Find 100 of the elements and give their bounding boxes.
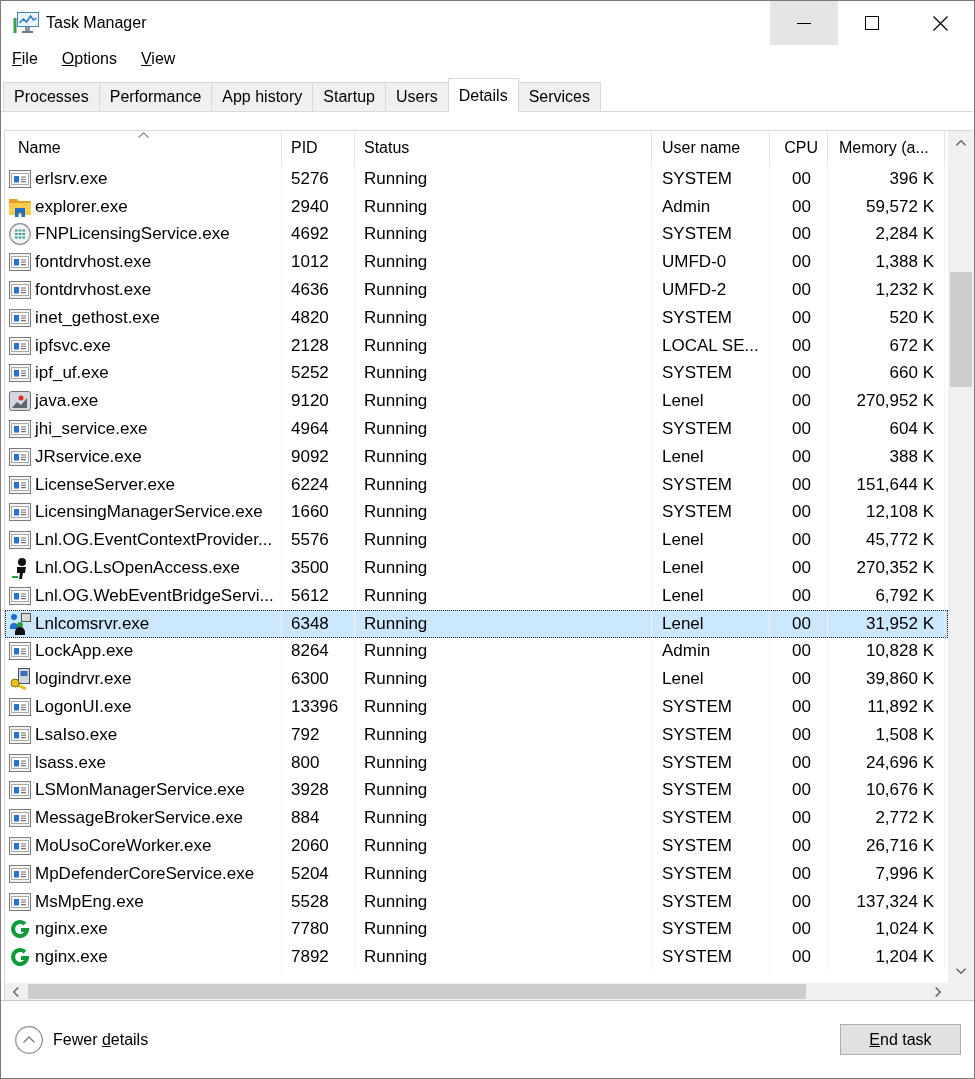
app-window-icon — [9, 642, 31, 661]
app-window-icon — [9, 586, 31, 605]
menu-item[interactable]: Options — [61, 50, 117, 68]
tab[interactable]: Startup — [312, 82, 386, 111]
column-header[interactable]: PID — [282, 131, 355, 165]
cpu-value: 00 — [792, 530, 811, 551]
memory-value: 59,572 K — [865, 196, 934, 217]
user-name: Admin — [662, 196, 711, 217]
process-row[interactable]: inet_gethost.exe 4820 Running SYSTEM 00 520 K — [5, 304, 948, 332]
user-name: SYSTEM — [662, 363, 732, 384]
pid-value: 4636 — [291, 280, 329, 301]
menu-item[interactable]: View — [140, 50, 176, 68]
tab[interactable]: Users — [384, 82, 449, 111]
memory-value: 45,772 K — [865, 530, 934, 551]
process-row[interactable]: MoUsoCoreWorker.exe 2060 Running SYSTEM 00 26,716 K — [5, 832, 948, 860]
process-name: java.exe — [35, 391, 99, 412]
process-row[interactable]: Lnlcomsrvr.exe 6348 Running Lenel 00 31,952 K — [5, 609, 948, 638]
user-name: Admin — [662, 641, 711, 662]
process-row[interactable]: JRservice.exe 9092 Running Lenel 00 388 K — [5, 442, 948, 471]
process-row[interactable]: ipfsvc.exe 2128 Running LOCAL SE... 00 672 K — [5, 331, 948, 360]
process-row[interactable]: LicenseServer.exe 6224 Running SYSTEM 00 151,644 K — [5, 470, 948, 499]
cpu-value: 00 — [792, 252, 811, 273]
process-row[interactable]: MsMpEng.exe 5528 Running SYSTEM 00 137,324 K — [5, 887, 948, 916]
process-row[interactable]: nginx.exe 7780 Running SYSTEM 00 1,024 K — [5, 915, 948, 944]
process-row[interactable]: MpDefenderCoreService.exe 5204 Running SYSTEM 00 7,996 K — [5, 859, 948, 888]
user-name: SYSTEM — [662, 780, 732, 801]
tab[interactable]: Details — [447, 78, 519, 112]
user-name: SYSTEM — [662, 752, 732, 773]
process-row[interactable]: ipf_uf.exe 5252 Running SYSTEM 00 660 K — [5, 359, 948, 388]
process-row[interactable]: LogonUI.exe 13396 Running SYSTEM 00 11,892 K — [5, 693, 948, 721]
process-row[interactable]: erlsrv.exe 5276 Running SYSTEM 00 396 K — [5, 165, 948, 193]
app-window-icon — [9, 447, 31, 466]
cpu-value: 00 — [792, 641, 811, 662]
sort-caret-icon — [138, 132, 149, 138]
tab[interactable]: Services — [517, 82, 601, 111]
tab[interactable]: Processes — [3, 82, 100, 111]
end-task-button[interactable]: End task — [840, 1024, 961, 1055]
menu-item[interactable]: File — [12, 50, 38, 68]
process-name: LockApp.exe — [35, 641, 134, 662]
user-name: UMFD-2 — [662, 280, 727, 301]
cpu-value: 00 — [792, 280, 811, 301]
process-row[interactable]: java.exe 9120 Running Lenel 00 270,952 K — [5, 387, 948, 416]
user-name: SYSTEM — [662, 919, 732, 940]
process-row[interactable]: explorer.exe 2940 Running Admin 00 59,572 K — [5, 192, 948, 221]
process-name: FNPLicensingService.exe — [35, 224, 230, 245]
process-row[interactable]: logindrvr.exe 6300 Running Lenel 00 39,860 K — [5, 665, 948, 694]
status-text: Running — [364, 641, 428, 662]
tab[interactable]: Performance — [98, 82, 213, 111]
app-window-icon — [9, 253, 31, 272]
pid-value: 2128 — [291, 335, 329, 356]
process-row[interactable]: fontdrvhost.exe 1012 Running UMFD-0 00 1,388 K — [5, 248, 948, 277]
status-text: Running — [364, 391, 428, 412]
process-name: MpDefenderCoreService.exe — [35, 863, 255, 884]
app-window-icon — [9, 864, 31, 883]
memory-value: 39,860 K — [865, 669, 934, 690]
column-header[interactable]: User name — [652, 131, 770, 165]
cpu-value: 00 — [792, 752, 811, 773]
column-header[interactable]: Status — [355, 131, 652, 165]
process-row[interactable]: fontdrvhost.exe 4636 Running UMFD-2 00 1,232 K — [5, 276, 948, 304]
user-name: SYSTEM — [662, 697, 732, 718]
memory-value: 137,324 K — [856, 891, 934, 912]
process-row[interactable]: LicensingManagerService.exe 1660 Running SYSTEM 00 12,108 K — [5, 498, 948, 527]
status-text: Running — [364, 335, 428, 356]
column-header[interactable]: CPU — [770, 131, 828, 165]
cpu-value: 00 — [792, 363, 811, 384]
cpu-value: 00 — [792, 863, 811, 884]
fewer-details-button[interactable]: Fewer details — [15, 1025, 149, 1054]
chevron-up-icon — [956, 140, 966, 146]
status-text: Running — [364, 697, 428, 718]
process-row[interactable]: nginx.exe 7892 Running SYSTEM 00 1,204 K — [5, 943, 948, 972]
scroll-thumb[interactable] — [950, 272, 972, 387]
process-name: jhi_service.exe — [35, 419, 148, 440]
process-row[interactable]: LSMonManagerService.exe 3928 Running SYSTEM 00 10,676 K — [5, 776, 948, 805]
process-row[interactable]: Lnl.OG.WebEventBridgeServi... 5612 Running Lenel 00 6,792 K — [5, 581, 948, 610]
minimize-icon — [797, 22, 811, 24]
tab[interactable]: App history — [211, 82, 314, 111]
app-window-icon — [9, 892, 31, 911]
process-row[interactable]: LsaIso.exe 792 Running SYSTEM 00 1,508 K — [5, 720, 948, 749]
process-row[interactable]: Lnl.OG.LsOpenAccess.exe 3500 Running Lenel 00 270,352 K — [5, 554, 948, 582]
memory-value: 270,952 K — [856, 391, 934, 412]
grid-disc-icon — [9, 223, 31, 246]
process-row[interactable]: jhi_service.exe 4964 Running SYSTEM 00 604 K — [5, 415, 948, 443]
scroll-thumb[interactable] — [28, 984, 806, 999]
app-window-icon — [9, 364, 31, 383]
process-row[interactable]: LockApp.exe 8264 Running Admin 00 10,828 K — [5, 637, 948, 666]
pid-value: 2060 — [291, 836, 329, 856]
app-window-icon — [9, 420, 31, 439]
status-text: Running — [364, 196, 428, 217]
process-row[interactable]: Lnl.OG.EventContextProvider... 5576 Running Lenel 00 45,772 K — [5, 526, 948, 555]
process-row[interactable]: FNPLicensingService.exe 4692 Running SYSTEM 00 2,284 K — [5, 220, 948, 249]
pid-value: 792 — [291, 724, 320, 745]
process-row[interactable]: MessageBrokerService.exe 884 Running SYSTEM 00 2,772 K — [5, 804, 948, 833]
memory-value: 12,108 K — [865, 502, 934, 523]
memory-value: 396 K — [889, 168, 934, 189]
process-row[interactable]: lsass.exe 800 Running SYSTEM 00 24,696 K — [5, 748, 948, 777]
column-header[interactable]: Name — [5, 131, 282, 165]
column-header[interactable]: Memory (a... — [828, 131, 945, 165]
status-text: Running — [364, 780, 428, 801]
status-text: Running — [364, 808, 428, 829]
pid-value: 6300 — [291, 669, 329, 690]
